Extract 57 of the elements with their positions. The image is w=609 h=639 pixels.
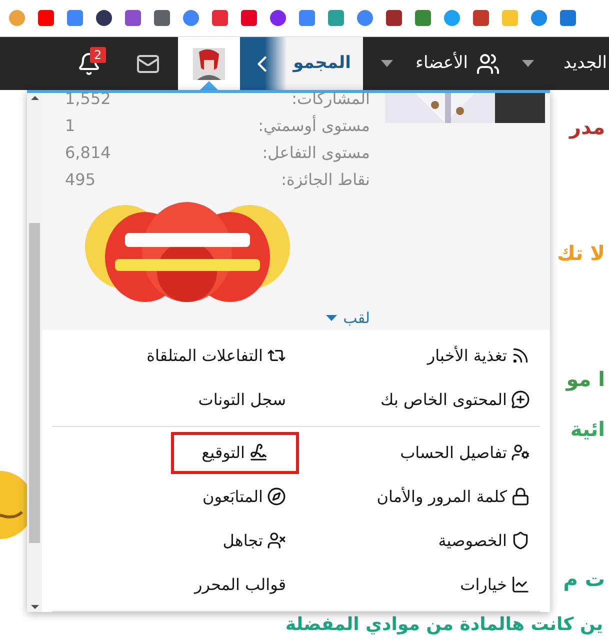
chart-icon <box>511 575 530 594</box>
scroll-down-icon[interactable] <box>30 602 38 612</box>
menu-item[interactable]: كلمة المرور والأمان <box>376 484 530 508</box>
caret-icon <box>381 60 393 67</box>
stat-label: مستوى أوسمتي: <box>258 114 370 137</box>
stat-value: 495 <box>65 169 96 191</box>
bookmark-icon[interactable] <box>472 9 490 27</box>
scrollbar[interactable] <box>27 93 42 612</box>
post-text: ت م <box>563 566 605 593</box>
menu-item[interactable]: الخصوصية <box>438 528 530 552</box>
menu-item[interactable]: قوالب المحرر <box>194 572 286 596</box>
bookmark-icon[interactable] <box>153 9 171 27</box>
stat-label: مستوى التفاعل: <box>262 142 370 164</box>
menu-item[interactable]: المتابَعون <box>202 484 286 508</box>
stat-label: المشاركات: <box>292 88 370 110</box>
stat-value: 1 <box>65 115 76 137</box>
user-gear-icon <box>511 443 530 462</box>
menu-item[interactable]: التوقيع <box>174 434 296 470</box>
menu-item[interactable]: المحتوى الخاص بك <box>380 388 530 412</box>
signature-icon <box>249 443 268 462</box>
menu-item[interactable]: تغذية الأخبار <box>427 344 530 368</box>
avatar-tab[interactable] <box>178 37 240 90</box>
post-text: ائية <box>570 416 605 443</box>
stat-value: 1,552 <box>65 88 111 110</box>
bottom-post-text: ين كانت هالمادة من موادي المفضلة <box>285 614 603 636</box>
menu-item[interactable]: التفاعلات المتلقاة <box>146 344 286 368</box>
bookmark-icon[interactable] <box>269 9 287 27</box>
notification-badge: 2 <box>90 47 106 63</box>
caret-icon <box>326 315 338 322</box>
post-text: مدر <box>570 114 605 141</box>
menu-item[interactable]: تفاصيل الحساب <box>400 440 530 464</box>
stat-value: 6,814 <box>65 142 111 164</box>
menu-item[interactable]: تجاهل <box>222 528 286 552</box>
scrollbar-thumb[interactable] <box>29 222 40 542</box>
shield-icon <box>511 531 530 550</box>
scroll-up-icon[interactable] <box>30 93 38 103</box>
emoji-icon <box>0 470 27 540</box>
title-link[interactable]: لقب <box>343 307 370 330</box>
post-text: ا مو <box>566 366 605 393</box>
menu-item[interactable]: خيارات <box>460 572 530 596</box>
post-text: لا تك <box>557 240 605 267</box>
lock-icon <box>511 487 530 506</box>
rss-icon <box>511 346 530 365</box>
bookmark-icon[interactable] <box>385 9 403 27</box>
bookmark-icon[interactable] <box>124 9 142 27</box>
user-cross-icon <box>267 531 286 550</box>
stat-label: نقاط الجائزة: <box>281 169 370 191</box>
nav-link[interactable]: الأعضاء <box>416 50 468 76</box>
bell-icon[interactable] <box>77 52 101 76</box>
nav-link[interactable]: الجديد <box>564 50 607 76</box>
nav-tab[interactable]: المجمو <box>240 37 363 90</box>
compass-icon <box>267 487 286 506</box>
users-icon <box>476 52 500 76</box>
menu-item[interactable]: سجل التونات <box>198 388 286 412</box>
bookmark-icon[interactable] <box>95 9 113 27</box>
caret-icon <box>522 60 534 67</box>
message-plus-icon <box>511 390 530 409</box>
